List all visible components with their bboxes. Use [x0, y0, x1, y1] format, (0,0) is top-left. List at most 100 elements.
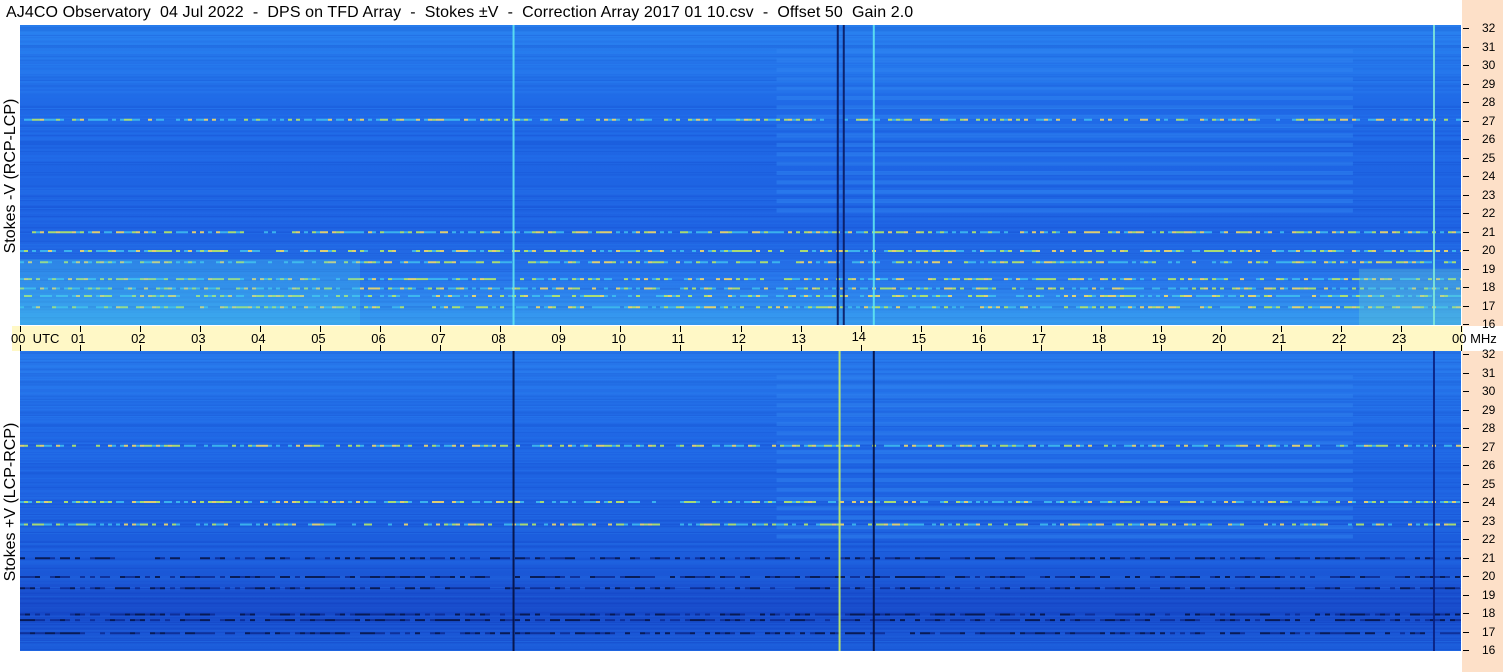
heatmap-bright-band — [424, 261, 428, 264]
heatmap-bright-band — [1084, 250, 1088, 252]
heatmap-bright-band — [1304, 501, 1308, 503]
heatmap-dark-band — [310, 587, 315, 590]
heatmap-bright-band — [1092, 306, 1096, 309]
heatmap-row — [20, 580, 1461, 582]
heatmap-dark-band — [1065, 557, 1070, 560]
heatmap-bright-band — [372, 444, 376, 447]
heatmap-bright-band — [256, 523, 260, 526]
heatmap-dark-band — [1440, 632, 1445, 635]
heatmap-dark-band — [1020, 632, 1025, 635]
heatmap-dark-band — [675, 613, 680, 616]
heatmap-bright-band — [192, 501, 196, 503]
heatmap-bright-band — [972, 278, 976, 281]
heatmap-bright-band — [992, 287, 996, 290]
heatmap-dark-band — [865, 613, 870, 616]
heatmap-dark-band — [360, 587, 365, 590]
heatmap-bright-band — [1448, 523, 1452, 526]
heatmap-bright-band — [1280, 287, 1284, 290]
heatmap-bright-band — [592, 287, 596, 290]
heatmap-bright-band — [60, 444, 64, 447]
heatmap-bright-band — [1408, 261, 1412, 264]
time-tick-label: 05 — [311, 331, 326, 346]
heatmap-bright-band — [1264, 295, 1268, 297]
heatmap-bright-band — [416, 231, 420, 234]
heatmap-dark-band — [80, 613, 85, 616]
heatmap-dark-band — [120, 587, 125, 590]
heatmap-dark-band — [1195, 619, 1200, 622]
heatmap-bright-band — [36, 444, 40, 447]
heatmap-dark-band — [1185, 557, 1190, 560]
heatmap-bright-band — [552, 295, 556, 297]
heatmap-bright-band — [1280, 250, 1284, 252]
heatmap-dark-band — [115, 619, 120, 622]
heatmap-bright-band — [1052, 250, 1056, 252]
heatmap-bright-band — [1224, 306, 1228, 309]
heatmap-dark-band — [130, 576, 135, 578]
heatmap-bright-band — [1196, 250, 1200, 252]
heatmap-dark-band — [80, 587, 85, 590]
heatmap-bright-band — [132, 523, 136, 526]
heatmap-dark-band — [1100, 557, 1105, 560]
heatmap-row — [20, 83, 1461, 85]
heatmap-bright-band — [320, 501, 324, 503]
heatmap-dark-band — [1110, 587, 1115, 590]
heatmap-bright-band — [456, 306, 460, 309]
heatmap-bright-band — [48, 231, 52, 234]
heatmap-bright-band — [1152, 444, 1156, 447]
heatmap-dark-band — [315, 576, 320, 578]
heatmap-bright-band — [804, 287, 808, 290]
heatmap-dark-band — [1195, 587, 1200, 590]
heatmap-dark-band — [340, 613, 345, 616]
heatmap-bright-band — [1040, 118, 1044, 121]
heatmap-dark-band — [1245, 557, 1250, 560]
heatmap-bright-band — [1088, 501, 1092, 503]
heatmap-dark-band — [1365, 619, 1370, 622]
heatmap-bright-band — [408, 261, 412, 264]
freq-tick-mark — [1463, 83, 1469, 85]
heatmap-bright-band — [664, 306, 668, 309]
heatmap-bright-band — [472, 250, 476, 252]
heatmap-bright-band — [464, 261, 468, 264]
heatmap-bright-band — [1284, 501, 1288, 503]
heatmap-bright-band — [884, 278, 888, 281]
heatmap-bright-band — [1020, 523, 1024, 526]
heatmap-dark-band — [325, 576, 330, 578]
heatmap-dark-band — [705, 587, 710, 590]
heatmap-dark-band — [1190, 576, 1195, 578]
heatmap-dark-band — [1160, 632, 1165, 635]
heatmap-bright-band — [912, 295, 916, 297]
heatmap-dark-band — [25, 619, 30, 622]
heatmap-dark-band — [1140, 587, 1145, 590]
heatmap-bright-band — [888, 306, 892, 309]
heatmap-bright-band — [20, 523, 24, 526]
heatmap-dark-band — [540, 576, 545, 578]
heatmap-bright-band — [1372, 231, 1376, 234]
heatmap-dark-band — [975, 557, 980, 560]
heatmap-row — [20, 418, 1461, 420]
heatmap-bright-band — [604, 231, 608, 234]
heatmap-dark-band — [365, 576, 370, 578]
heatmap-bright-band — [1272, 444, 1276, 447]
heatmap-dark-band — [175, 613, 180, 616]
heatmap-bright-band — [808, 444, 812, 447]
heatmap-bright-band — [644, 306, 648, 309]
heatmap-dark-band — [1205, 557, 1210, 560]
heatmap-dark-band — [450, 576, 455, 578]
heatmap-bright-band — [904, 501, 908, 503]
heatmap-dark-band — [410, 613, 415, 616]
heatmap-bright-band — [960, 306, 964, 309]
heatmap-dark-band — [820, 613, 825, 616]
heatmap-dark-band — [980, 619, 985, 622]
heatmap-bright-band — [456, 287, 460, 290]
heatmap-dark-band — [195, 587, 200, 590]
heatmap-bright-band — [232, 444, 236, 447]
heatmap-bright-band — [788, 231, 792, 234]
heatmap-bright-band — [964, 261, 968, 264]
heatmap-bright-band — [1252, 501, 1256, 503]
heatmap-bright-band — [1032, 231, 1036, 234]
heatmap-dark-band — [730, 576, 735, 578]
heatmap-dark-band — [625, 632, 630, 635]
heatmap-bright-band — [1076, 523, 1080, 526]
heatmap-bright-band — [1176, 231, 1180, 234]
heatmap-bright-band — [1216, 295, 1220, 297]
